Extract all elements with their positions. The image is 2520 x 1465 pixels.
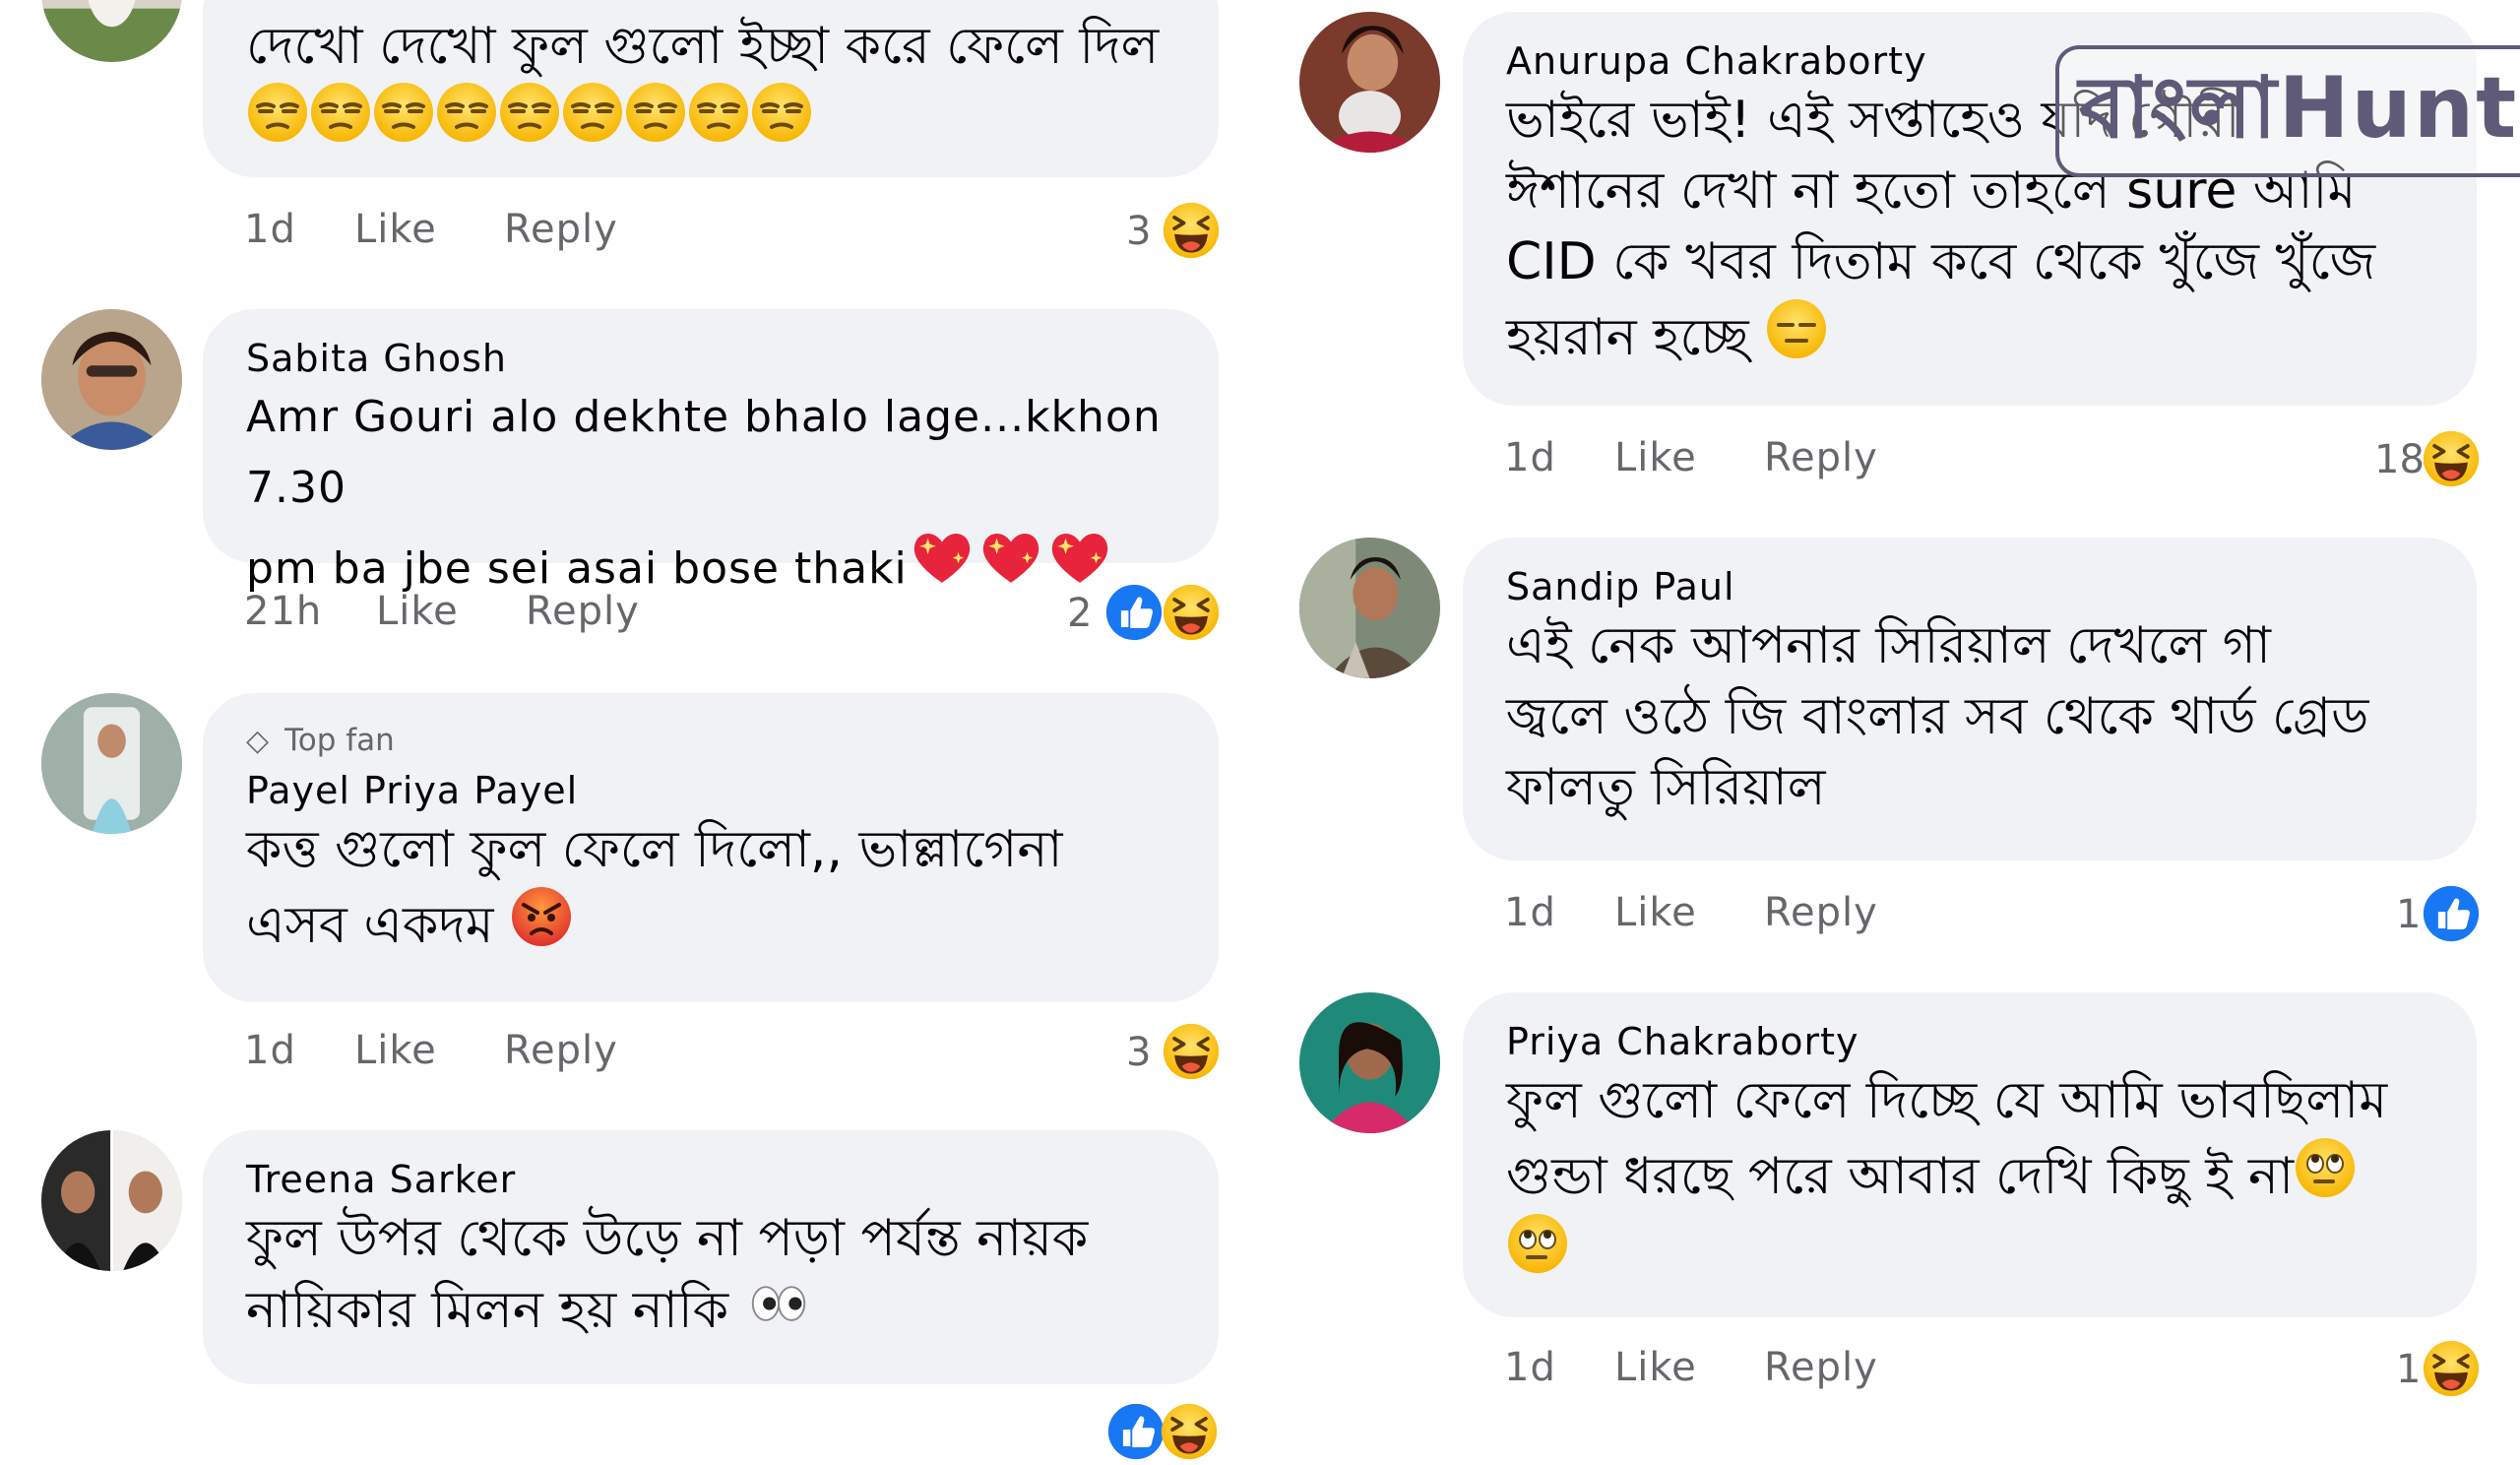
timestamp[interactable]: 1d bbox=[1504, 435, 1556, 480]
author-name[interactable]: Priya Chakraborty bbox=[1506, 1018, 2433, 1065]
reaction-summary[interactable]: 3 bbox=[1118, 201, 1221, 264]
reaction-summary[interactable] bbox=[1106, 1402, 1221, 1465]
author-name[interactable]: Sabita Ghosh bbox=[246, 335, 1175, 382]
comment-text: দেখো দেখো ফুল গুলো ইচ্ছা করে ফেলে দিল bbox=[246, 12, 1175, 156]
author-name[interactable]: Payel Priya Payel bbox=[246, 767, 1175, 814]
comment-actions: 1d Like Reply bbox=[1504, 890, 2095, 949]
unamused-icon bbox=[246, 81, 309, 144]
unamused-icon bbox=[561, 81, 624, 144]
diamond-icon: ◇ bbox=[246, 724, 270, 758]
unamused-icon bbox=[435, 81, 498, 144]
comment-actions: 1d Like Reply bbox=[244, 207, 835, 266]
reply-button[interactable]: Reply bbox=[1764, 435, 1878, 480]
unamused-icon bbox=[750, 81, 813, 144]
reply-button[interactable]: Reply bbox=[1764, 1345, 1878, 1390]
eyes-icon bbox=[745, 1274, 812, 1333]
timestamp[interactable]: 1d bbox=[244, 1028, 296, 1073]
watermark-logo: বাংলাHunt bbox=[2055, 45, 2520, 177]
like-icon bbox=[2422, 884, 2481, 943]
angry-icon bbox=[510, 885, 573, 948]
like-button[interactable]: Like bbox=[1614, 890, 1697, 935]
comment-bubble: দেখো দেখো ফুল গুলো ইচ্ছা করে ফেলে দিল bbox=[203, 0, 1219, 177]
comment-text: কত্ত গুলো ফুল ফেলে দিলো,, ভাল্লাগেনা এসব… bbox=[246, 820, 1063, 955]
avatar[interactable] bbox=[1299, 12, 1440, 153]
comment-text: ফুল উপর থেকে উড়ে না পড়া পর্যন্ত নায়ক … bbox=[246, 1209, 1089, 1340]
avatar[interactable] bbox=[1299, 538, 1440, 678]
timestamp[interactable]: 21h bbox=[244, 589, 322, 634]
comment-actions: 1d Like Reply bbox=[1504, 1345, 2095, 1404]
like-icon bbox=[1106, 1402, 1166, 1461]
unamused-icon bbox=[498, 81, 561, 144]
reaction-count: 2 bbox=[1067, 591, 1093, 636]
like-button[interactable]: Like bbox=[376, 589, 459, 634]
like-icon bbox=[1104, 583, 1164, 642]
unamused-emoji-row bbox=[246, 92, 813, 151]
expressionless-icon bbox=[1765, 297, 1828, 360]
reaction-summary[interactable]: 1 bbox=[2386, 884, 2485, 947]
like-button[interactable]: Like bbox=[354, 1028, 437, 1073]
reaction-count: 18 bbox=[2374, 437, 2425, 482]
reaction-summary[interactable]: 3 bbox=[1118, 1022, 1221, 1085]
author-name[interactable]: Sandip Paul bbox=[1506, 563, 2433, 610]
haha-icon bbox=[1162, 1022, 1221, 1081]
reaction-summary[interactable]: 2 bbox=[1063, 583, 1221, 646]
avatar[interactable] bbox=[41, 693, 182, 834]
comment-bubble: ◇ Top fan Payel Priya Payel কত্ত গুলো ফুল… bbox=[203, 693, 1219, 1002]
reaction-count: 3 bbox=[1126, 1030, 1152, 1075]
comment-bubble: Sabita Ghosh Amr Gouri alo dekhte bhalo … bbox=[203, 309, 1219, 594]
comment-actions: 1d Like Reply bbox=[1504, 435, 2095, 494]
haha-icon bbox=[2422, 1339, 2481, 1398]
reaction-summary[interactable]: 1 bbox=[2386, 1339, 2485, 1402]
like-button[interactable]: Like bbox=[1614, 1345, 1697, 1390]
comment-actions: 1d Like Reply bbox=[244, 1028, 835, 1087]
rolling-eyes-icon bbox=[2294, 1136, 2357, 1199]
like-button[interactable]: Like bbox=[1614, 435, 1697, 480]
haha-icon bbox=[1162, 583, 1221, 642]
timestamp[interactable]: 1d bbox=[1504, 890, 1556, 935]
reply-button[interactable]: Reply bbox=[1764, 890, 1878, 935]
reaction-count: 1 bbox=[2396, 892, 2422, 937]
haha-icon bbox=[1160, 1402, 1219, 1461]
top-fan-badge: ◇ Top fan bbox=[246, 721, 1175, 761]
timestamp[interactable]: 1d bbox=[1504, 1345, 1556, 1390]
comment-bubble: Sandip Paul এই নেক আপনার সিরিয়াল দেখলে … bbox=[1463, 538, 2477, 860]
sparkling-heart-icon bbox=[908, 524, 976, 589]
unamused-icon bbox=[687, 81, 750, 144]
comment-text: এই নেক আপনার সিরিয়াল দেখলে গা জ্বলে ওঠে… bbox=[1506, 616, 2369, 817]
avatar[interactable] bbox=[41, 0, 182, 62]
unamused-icon bbox=[624, 81, 687, 144]
author-name[interactable]: Treena Sarker bbox=[246, 1156, 1175, 1203]
unamused-icon bbox=[372, 81, 435, 144]
unamused-icon bbox=[309, 81, 372, 144]
comment-text: ফুল গুলো ফেলে দিচ্ছে যে আমি ভাবছিলাম গুন… bbox=[1506, 1065, 2433, 1288]
avatar[interactable] bbox=[41, 309, 182, 450]
like-button[interactable]: Like bbox=[354, 207, 437, 252]
haha-icon bbox=[1162, 201, 1221, 260]
reply-button[interactable]: Reply bbox=[504, 207, 618, 252]
reaction-count: 1 bbox=[2396, 1347, 2422, 1392]
comment-bubble: Priya Chakraborty ফুল গুলো ফেলে দিচ্ছে য… bbox=[1463, 992, 2477, 1317]
comment-text: Amr Gouri alo dekhte bhalo lage...kkhon … bbox=[246, 392, 1162, 594]
comment-actions: 21h Like Reply bbox=[244, 589, 835, 648]
sparkling-heart-icon bbox=[1045, 524, 1114, 589]
reaction-count: 3 bbox=[1126, 209, 1152, 254]
sparkling-heart-icon bbox=[976, 524, 1045, 589]
reply-button[interactable]: Reply bbox=[504, 1028, 618, 1073]
reply-button[interactable]: Reply bbox=[526, 589, 640, 634]
avatar[interactable] bbox=[1299, 992, 1440, 1133]
comment-bubble: Treena Sarker ফুল উপর থেকে উড়ে না পড়া … bbox=[203, 1130, 1219, 1384]
rolling-eyes-icon bbox=[1506, 1212, 1569, 1275]
avatar[interactable] bbox=[41, 1130, 182, 1271]
reaction-summary[interactable]: 18 bbox=[2366, 429, 2485, 492]
timestamp[interactable]: 1d bbox=[244, 207, 296, 252]
haha-icon bbox=[2422, 429, 2481, 488]
